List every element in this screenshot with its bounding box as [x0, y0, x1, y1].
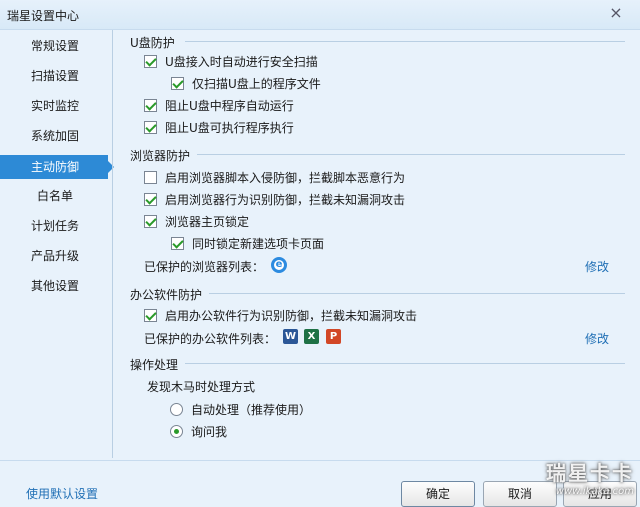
trojan-handling-prompt: 发现木马时处理方式: [147, 380, 256, 394]
ask-me-label: 询问我: [191, 425, 228, 439]
watermark-logo: 瑞星卡卡 www.ikaka.com: [514, 457, 634, 505]
auto-handle-label: 自动处理（推荐使用）: [191, 403, 312, 417]
office-behavior-defense-checkbox[interactable]: [144, 309, 157, 322]
excel-icon: X: [304, 329, 319, 344]
browser-protected-list-label: 已保护的浏览器列表：: [144, 260, 265, 274]
office-protected-list-label: 已保护的办公软件列表：: [144, 332, 277, 346]
browser-lock-new-tab-checkbox[interactable]: [171, 237, 184, 250]
browser-section-title: 浏览器防护: [130, 149, 191, 163]
usb-auto-scan-label: U盘接入时自动进行安全扫描: [165, 55, 318, 69]
browser-behavior-defense-checkbox[interactable]: [144, 193, 157, 206]
auto-handle-radio[interactable]: [170, 403, 183, 416]
restore-defaults-link[interactable]: 使用默认设置: [26, 485, 98, 502]
sidebar-item-whitelist[interactable]: 白名单: [0, 184, 112, 208]
sidebar: 常规设置 扫描设置 实时监控 系统加固 主动防御 白名单 计划任务 产品升级 其…: [0, 30, 114, 460]
usb-section-title: U盘防护: [130, 36, 175, 50]
action-section-title: 操作处理: [130, 358, 179, 372]
usb-auto-scan-checkbox[interactable]: [144, 55, 157, 68]
sidebar-item-update[interactable]: 产品升级: [0, 244, 112, 268]
divider: [197, 154, 625, 155]
office-section-title: 办公软件防护: [130, 288, 203, 302]
sidebar-item-general[interactable]: 常规设置: [0, 34, 112, 58]
ok-button[interactable]: 确定: [401, 481, 475, 507]
powerpoint-icon: P: [326, 329, 341, 344]
internet-explorer-icon: e: [271, 257, 287, 273]
browser-homepage-lock-label: 浏览器主页锁定: [165, 215, 250, 229]
sidebar-item-realtime-monitor[interactable]: 实时监控: [0, 94, 112, 118]
word-icon: W: [283, 329, 298, 344]
sidebar-item-system-hardening[interactable]: 系统加固: [0, 124, 112, 148]
sidebar-item-scan[interactable]: 扫描设置: [0, 64, 112, 88]
sidebar-item-active-defense[interactable]: 主动防御: [0, 155, 114, 179]
ask-me-radio[interactable]: [170, 425, 183, 438]
browser-homepage-lock-checkbox[interactable]: [144, 215, 157, 228]
office-behavior-defense-label: 启用办公软件行为识别防御，拦截未知漏洞攻击: [165, 309, 418, 323]
usb-block-executables-checkbox[interactable]: [144, 121, 157, 134]
divider: [185, 363, 625, 364]
usb-block-executables-label: 阻止U盘可执行程序执行: [165, 121, 294, 135]
browser-lock-new-tab-label: 同时锁定新建选项卡页面: [192, 237, 325, 251]
office-modify-link[interactable]: 修改: [585, 330, 609, 347]
usb-block-autorun-label: 阻止U盘中程序自动运行: [165, 99, 294, 113]
close-icon[interactable]: ×: [606, 4, 626, 24]
divider: [209, 293, 625, 294]
usb-block-autorun-checkbox[interactable]: [144, 99, 157, 112]
title-bar: 瑞星设置中心 ×: [0, 0, 640, 30]
settings-panel: U盘防护 U盘接入时自动进行安全扫描 仅扫描U盘上的程序文件 阻止U盘中程序自动…: [113, 30, 640, 458]
usb-scan-programs-label: 仅扫描U盘上的程序文件: [192, 77, 321, 91]
sidebar-item-scheduled-tasks[interactable]: 计划任务: [0, 214, 112, 238]
usb-scan-programs-checkbox[interactable]: [171, 77, 184, 90]
browser-behavior-defense-label: 启用浏览器行为识别防御，拦截未知漏洞攻击: [165, 193, 406, 207]
watermark-url: www.ikaka.com: [555, 486, 634, 497]
browser-script-defense-checkbox[interactable]: [144, 171, 157, 184]
window-title: 瑞星设置中心: [7, 9, 80, 23]
divider: [185, 41, 625, 42]
watermark-title: 瑞星卡卡: [546, 461, 634, 485]
browser-modify-link[interactable]: 修改: [585, 258, 609, 275]
sidebar-item-other[interactable]: 其他设置: [0, 274, 112, 298]
browser-script-defense-label: 启用浏览器脚本入侵防御，拦截脚本恶意行为: [165, 171, 406, 185]
